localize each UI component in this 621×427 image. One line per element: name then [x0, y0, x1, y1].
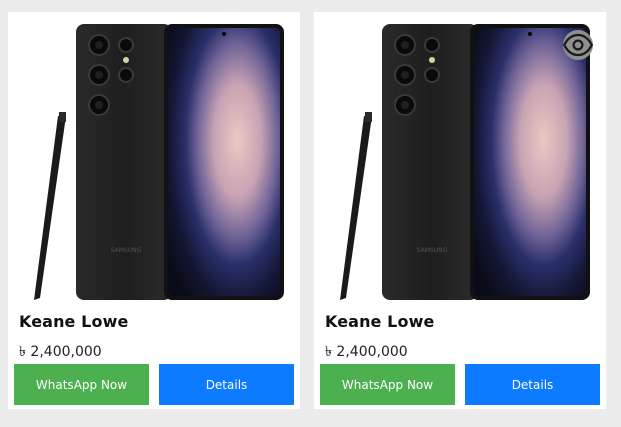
product-image[interactable]: SAMSUNG — [18, 20, 290, 302]
product-grid: SAMSUNG Keane Lowe ৳ 2,400,000 WhatsApp … — [0, 0, 621, 427]
svg-text:SAMSUNG: SAMSUNG — [417, 247, 448, 254]
product-card: SAMSUNG Keane Lowe ৳ 2,400,000 WhatsApp … — [314, 12, 606, 409]
product-name[interactable]: Keane Lowe — [19, 312, 128, 331]
svg-text:SAMSUNG: SAMSUNG — [111, 247, 142, 254]
whatsapp-now-button[interactable]: WhatsApp Now — [14, 364, 149, 405]
product-name[interactable]: Keane Lowe — [325, 312, 434, 331]
eye-icon[interactable] — [563, 30, 593, 60]
whatsapp-now-button[interactable]: WhatsApp Now — [320, 364, 455, 405]
product-card: SAMSUNG Keane Lowe ৳ 2,400,000 WhatsApp … — [8, 12, 300, 409]
details-button[interactable]: Details — [465, 364, 600, 405]
product-price: ৳ 2,400,000 — [325, 344, 408, 360]
product-image[interactable]: SAMSUNG — [324, 20, 596, 302]
product-price: ৳ 2,400,000 — [19, 344, 102, 360]
details-button[interactable]: Details — [159, 364, 294, 405]
